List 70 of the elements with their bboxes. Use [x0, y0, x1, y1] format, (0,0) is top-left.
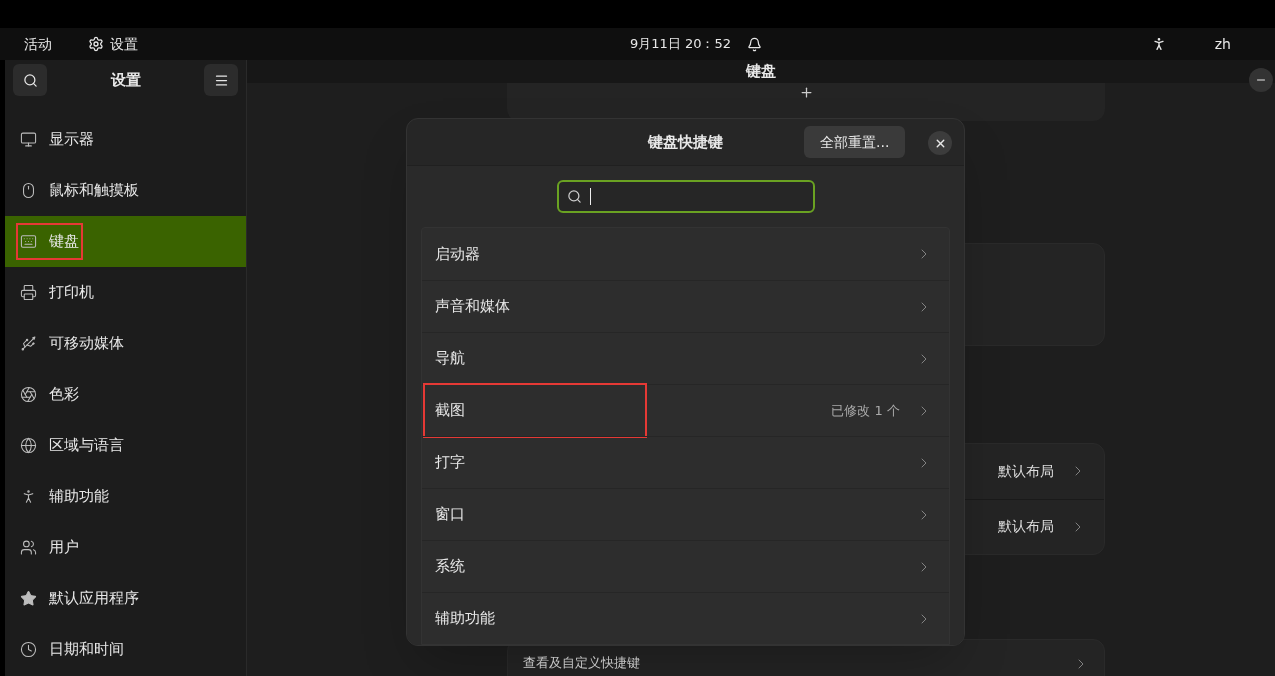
menu-button[interactable]	[204, 64, 238, 96]
printer-icon	[20, 284, 37, 301]
search-icon	[22, 72, 38, 88]
shortcuts-row-label: 查看及自定义快捷键	[523, 655, 640, 669]
reset-all-button[interactable]: 全部重置...	[804, 126, 906, 158]
category-row[interactable]: 导航	[422, 332, 949, 384]
sidebar-item-label: 鼠标和触摸板	[49, 180, 139, 202]
clock-icon	[20, 641, 37, 658]
users-icon	[20, 539, 37, 556]
sidebar-item-label: 日期和时间	[49, 639, 124, 661]
sidebar-item-label: 辅助功能	[49, 486, 109, 508]
language-indicator[interactable]: zh	[1214, 33, 1231, 55]
star-icon	[20, 590, 37, 607]
sidebar-item[interactable]: 鼠标和触摸板	[5, 165, 246, 216]
sidebar-item[interactable]: 辅助功能	[5, 471, 246, 522]
usb-drive-icon	[20, 335, 37, 352]
sidebar-item[interactable]: 区域与语言	[5, 420, 246, 471]
category-label: 打字	[435, 452, 465, 474]
modified-status: 已修改 1 个	[831, 401, 900, 420]
sidebar-item[interactable]: 用户	[5, 522, 246, 573]
add-icon[interactable]	[798, 84, 814, 100]
sidebar-item[interactable]: 显示器	[5, 114, 246, 165]
category-row[interactable]: 辅助功能	[422, 592, 949, 644]
layout-value: 默认布局	[998, 461, 1054, 481]
sidebar-item[interactable]: 日期和时间	[5, 624, 246, 675]
close-button[interactable]	[928, 131, 952, 155]
category-row[interactable]: 系统	[422, 540, 949, 592]
sidebar-item-label: 键盘	[49, 231, 79, 253]
bell-icon	[747, 36, 763, 52]
annotation-frame: 截图	[425, 385, 645, 436]
sidebar-title: 设置	[110, 69, 141, 91]
category-row[interactable]: 启动器	[422, 228, 949, 280]
minimize-button[interactable]	[1249, 68, 1273, 92]
sidebar-item[interactable]: 打印机	[5, 267, 246, 318]
sidebar-item[interactable]: 默认应用程序	[5, 573, 246, 624]
sidebar-item[interactable]: 色彩	[5, 369, 246, 420]
page-title: 键盘	[746, 61, 776, 82]
sidebar-item-label: 打印机	[49, 282, 94, 304]
category-row[interactable]: 窗口	[422, 488, 949, 540]
category-row[interactable]: 截图 已修改 1 个	[422, 384, 949, 436]
keyboard-icon	[20, 233, 37, 250]
activities-button[interactable]: 活动	[24, 33, 52, 55]
sidebar-item-label: 默认应用程序	[49, 588, 139, 610]
search-icon	[566, 189, 582, 204]
sidebar-item-label: 用户	[49, 537, 79, 559]
category-label: 辅助功能	[435, 608, 495, 630]
category-label: 导航	[435, 348, 465, 370]
sidebar-item[interactable]: 键盘	[5, 216, 246, 267]
globe-icon	[20, 437, 37, 454]
sidebar-item-label: 色彩	[49, 384, 79, 406]
category-label: 窗口	[435, 504, 465, 526]
app-menu[interactable]: 设置	[110, 33, 138, 55]
search-field[interactable]	[556, 180, 815, 213]
category-label: 声音和媒体	[435, 296, 510, 318]
monitor-icon	[20, 131, 37, 148]
sidebar-item-label: 区域与语言	[49, 435, 124, 457]
layout-value: 默认布局	[998, 517, 1054, 536]
mouse-icon	[20, 182, 37, 199]
sidebar-item-label: 可移动媒体	[49, 333, 124, 355]
category-row[interactable]: 声音和媒体	[422, 280, 949, 332]
search-button[interactable]	[13, 64, 47, 96]
sidebar-item-label: 显示器	[49, 129, 94, 151]
gear-icon	[88, 36, 104, 52]
sidebar-item[interactable]: 可移动媒体	[5, 318, 246, 369]
menu-icon	[213, 72, 229, 88]
category-label: 系统	[435, 556, 465, 578]
clock-text[interactable]: 9月11日 20：52	[630, 34, 732, 54]
category-label: 启动器	[435, 243, 480, 265]
category-row[interactable]: 打字	[422, 436, 949, 488]
dialog-title: 键盘快捷键	[648, 131, 723, 153]
